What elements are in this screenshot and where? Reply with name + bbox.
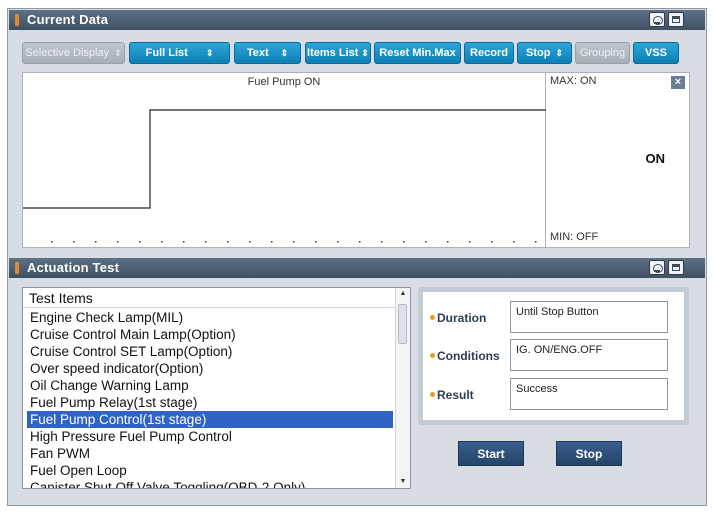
- actuation-test-titlebar: Actuation Test: [9, 258, 705, 278]
- list-scrollbar[interactable]: ▲ ▼: [395, 288, 410, 488]
- scroll-thumb[interactable]: [398, 304, 407, 344]
- reset-minmax-button[interactable]: Reset Min.Max: [374, 42, 461, 64]
- section-marker-icon: [15, 262, 19, 274]
- selective-display-label: Selective Display: [25, 47, 110, 59]
- reset-minmax-label: Reset Min.Max: [379, 47, 456, 59]
- axis-dot: [249, 241, 251, 243]
- list-item[interactable]: Fuel Open Loop: [27, 462, 393, 479]
- result-row: Result Success: [423, 378, 684, 412]
- axis-dot: [403, 241, 405, 243]
- stop-dropdown[interactable]: Stop ⇕: [517, 42, 572, 64]
- up-down-arrows-icon: ⇕: [555, 48, 563, 58]
- settings-icon[interactable]: [649, 12, 665, 27]
- up-down-arrows-icon: ⇕: [361, 48, 369, 58]
- scroll-up-icon[interactable]: ▲: [396, 288, 410, 300]
- restore-icon[interactable]: [668, 260, 684, 275]
- axis-dot: [469, 241, 471, 243]
- items-list-label: Items List: [307, 47, 359, 59]
- list-item[interactable]: Cruise Control Main Lamp(Option): [27, 326, 393, 343]
- duration-value: Until Stop Button: [510, 301, 668, 333]
- bullet-icon: [430, 315, 435, 320]
- axis-dot: [491, 241, 493, 243]
- up-down-arrows-icon: ⇕: [280, 48, 289, 58]
- record-label: Record: [470, 47, 508, 59]
- axis-dot: [73, 241, 75, 243]
- up-down-arrows-icon: ⇕: [205, 48, 214, 58]
- restore-icon[interactable]: [668, 12, 684, 27]
- section-marker-icon: [15, 14, 19, 26]
- current-data-title: Current Data: [27, 12, 109, 27]
- bullet-icon: [430, 392, 435, 397]
- record-button[interactable]: Record: [464, 42, 514, 64]
- result-value: Success: [510, 378, 668, 410]
- axis-dot: [447, 241, 449, 243]
- list-item[interactable]: Fuel Pump Control(1st stage): [27, 411, 393, 428]
- test-items-list[interactable]: Test Items Engine Check Lamp(MIL) Cruise …: [22, 287, 411, 489]
- grouping-button[interactable]: Grouping: [575, 42, 630, 64]
- graph-max-label: MAX: ON: [550, 75, 597, 87]
- full-list-dropdown[interactable]: Full List ⇕: [129, 42, 230, 64]
- axis-dot: [51, 241, 53, 243]
- axis-dot: [227, 241, 229, 243]
- actuation-test-title: Actuation Test: [27, 260, 120, 275]
- conditions-value: IG. ON/ENG.OFF: [510, 339, 668, 371]
- axis-dot: [161, 241, 163, 243]
- list-item[interactable]: Fan PWM: [27, 445, 393, 462]
- close-icon[interactable]: ×: [671, 76, 685, 89]
- graph-current-value: ON: [645, 151, 666, 166]
- vss-button[interactable]: VSS: [633, 42, 679, 64]
- axis-dot: [293, 241, 295, 243]
- list-item[interactable]: Fuel Pump Relay(1st stage): [27, 394, 393, 411]
- graph-min-label: MIN: OFF: [550, 231, 599, 243]
- items-list-dropdown[interactable]: Items List ⇕: [305, 42, 371, 64]
- graph-plot: [23, 109, 547, 243]
- axis-dot: [271, 241, 273, 243]
- axis-dot: [513, 241, 515, 243]
- stop-button[interactable]: Stop: [556, 441, 622, 466]
- duration-label: Duration: [437, 311, 487, 325]
- text-dropdown[interactable]: Text ⇕: [234, 42, 301, 64]
- axis-dot: [315, 241, 317, 243]
- start-button[interactable]: Start: [458, 441, 524, 466]
- graph-axis-dots: [51, 241, 537, 243]
- full-list-label: Full List: [145, 47, 188, 59]
- list-header: Test Items: [23, 290, 397, 308]
- text-label: Text: [246, 47, 269, 59]
- scroll-down-icon[interactable]: ▼: [396, 476, 410, 488]
- vss-label: VSS: [644, 47, 667, 59]
- grouping-label: Grouping: [579, 47, 626, 59]
- list-item[interactable]: Engine Check Lamp(MIL): [27, 309, 393, 326]
- axis-dot: [359, 241, 361, 243]
- graph-trace: [23, 109, 547, 209]
- selective-display-dropdown[interactable]: Selective Display ⇕: [22, 42, 125, 64]
- test-info-panel: Duration Until Stop Button Conditions IG…: [418, 287, 689, 425]
- axis-dot: [381, 241, 383, 243]
- stop-label: Stop: [526, 47, 551, 59]
- list-item[interactable]: Oil Change Warning Lamp: [27, 377, 393, 394]
- list-item[interactable]: Cruise Control SET Lamp(Option): [27, 343, 393, 360]
- current-data-titlebar: Current Data: [9, 10, 705, 30]
- conditions-row: Conditions IG. ON/ENG.OFF: [423, 339, 684, 373]
- axis-dot: [117, 241, 119, 243]
- fuel-pump-graph: Fuel Pump ON: [22, 72, 547, 248]
- axis-dot: [535, 241, 537, 243]
- axis-dot: [139, 241, 141, 243]
- duration-row: Duration Until Stop Button: [423, 301, 684, 335]
- list-item[interactable]: Over speed indicator(Option): [27, 360, 393, 377]
- bullet-icon: [430, 353, 435, 358]
- axis-dot: [183, 241, 185, 243]
- axis-dot: [337, 241, 339, 243]
- conditions-label: Conditions: [437, 349, 500, 363]
- axis-dot: [205, 241, 207, 243]
- settings-icon[interactable]: [649, 260, 665, 275]
- axis-dot: [95, 241, 97, 243]
- graph-value-panel: MAX: ON × ON MIN: OFF: [546, 72, 690, 248]
- list-item[interactable]: Canister Shut Off Valve Toggling(OBD-2 O…: [27, 479, 393, 488]
- result-label: Result: [437, 388, 474, 402]
- up-down-arrows-icon: ⇕: [114, 48, 122, 58]
- axis-dot: [425, 241, 427, 243]
- list-item[interactable]: High Pressure Fuel Pump Control: [27, 428, 393, 445]
